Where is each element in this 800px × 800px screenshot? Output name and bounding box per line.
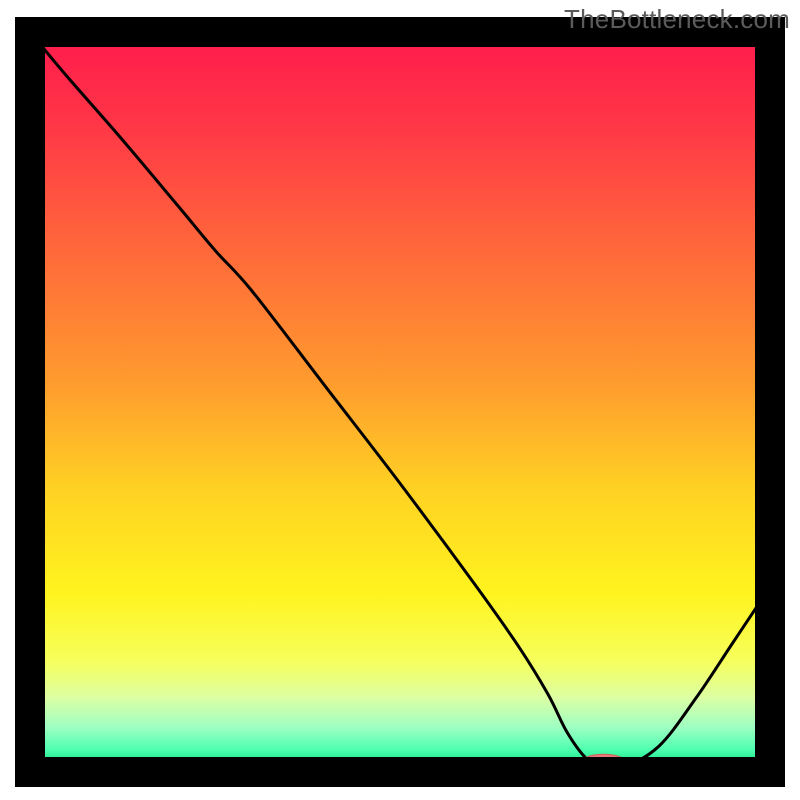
watermark-label: TheBottleneck.com	[564, 4, 790, 35]
chart-stage: TheBottleneck.com	[0, 0, 800, 800]
gradient-background	[30, 32, 770, 772]
bottleneck-chart	[0, 0, 800, 800]
